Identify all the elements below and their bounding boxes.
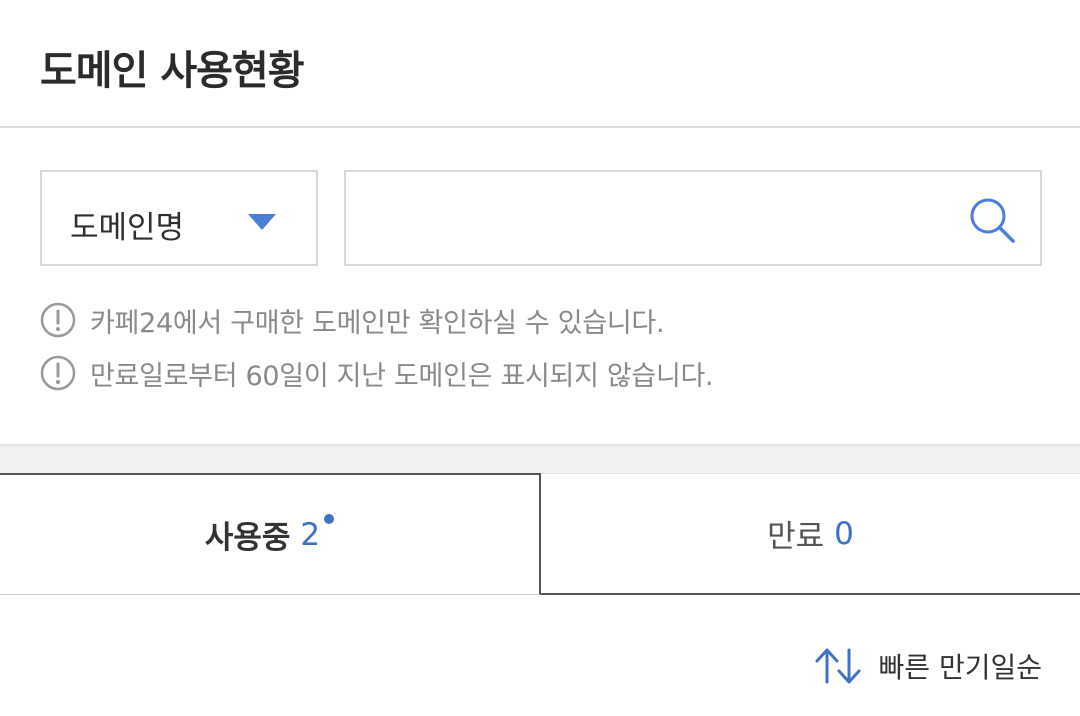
search-type-select[interactable]: 도메인명 xyxy=(40,170,318,266)
search-type-selected-value: 도메인명 xyxy=(70,210,185,246)
exclamation-circle-icon xyxy=(40,355,76,391)
notice-text: 만료일로부터 60일이 지난 도메인은 표시되지 않습니다. xyxy=(90,360,714,392)
search-input[interactable] xyxy=(362,192,952,246)
notice-text: 카페24에서 구매한 도메인만 확인하실 수 있습니다. xyxy=(90,307,665,339)
tab-in-use[interactable]: 사용중 2 xyxy=(0,473,541,595)
tab-expired-count: 0 xyxy=(834,515,854,552)
tab-expired[interactable]: 만료 0 xyxy=(541,473,1080,595)
tab-in-use-label: 사용중 xyxy=(204,520,291,556)
notice-item: 만료일로부터 60일이 지난 도메인은 표시되지 않습니다. xyxy=(40,355,714,392)
tab-expired-label: 만료 xyxy=(767,519,825,555)
sort-label: 빠른 만기일순 xyxy=(878,651,1042,684)
sort-button[interactable]: 빠른 만기일순 xyxy=(813,644,1042,688)
page-header: 도메인 사용현황 xyxy=(0,0,1080,128)
tab-in-use-count: 2 xyxy=(300,516,321,553)
search-icon[interactable] xyxy=(968,196,1016,244)
exclamation-circle-icon xyxy=(40,302,76,338)
search-row: 도메인명 xyxy=(40,170,1042,266)
section-divider xyxy=(0,444,1080,474)
page-title: 도메인 사용현황 xyxy=(40,48,305,94)
search-box xyxy=(344,170,1042,266)
new-indicator-dot xyxy=(324,513,335,524)
notice-item: 카페24에서 구매한 도메인만 확인하실 수 있습니다. xyxy=(40,302,665,339)
caret-down-icon xyxy=(248,214,276,230)
sort-arrows-icon xyxy=(815,648,861,684)
